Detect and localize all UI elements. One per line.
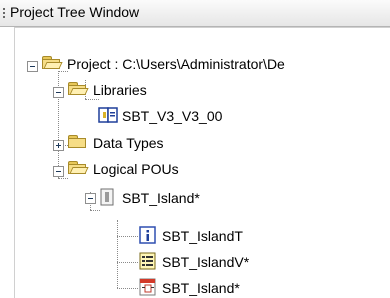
function-block-body-icon <box>139 278 156 296</box>
tree-item-pou-body[interactable]: SBT_Island* <box>162 280 240 296</box>
tree-item-data-types[interactable]: Data Types <box>93 135 164 151</box>
drag-grip-icon[interactable] <box>3 7 5 20</box>
collapse-toggle[interactable] <box>53 166 64 177</box>
tree-item-pou[interactable]: SBT_Island* <box>122 190 200 206</box>
tree-connector <box>117 236 138 237</box>
tree-item-pou-header[interactable]: SBT_IslandT <box>162 228 243 244</box>
info-header-icon <box>139 226 156 244</box>
tree-item-project[interactable]: Project : C:\Users\Administrator\De <box>67 56 285 72</box>
pou-module-icon <box>100 188 114 206</box>
tree-connector <box>85 99 99 100</box>
tree-item-logical-pous[interactable]: Logical POUs <box>93 161 179 177</box>
library-book-icon <box>98 107 118 123</box>
open-folder-icon <box>68 160 89 174</box>
tree-connector <box>117 262 138 263</box>
collapse-toggle[interactable] <box>53 87 64 98</box>
open-folder-icon <box>68 81 89 95</box>
expand-toggle[interactable] <box>53 140 64 151</box>
window-titlebar[interactable]: Project Tree Window <box>0 0 390 27</box>
open-folder-icon <box>42 55 63 69</box>
tree-connector <box>90 210 100 211</box>
tree-connector <box>117 220 118 288</box>
collapse-toggle[interactable] <box>85 193 96 204</box>
folder-icon <box>68 134 87 148</box>
window-title: Project Tree Window <box>10 4 140 20</box>
tree-item-pou-variables[interactable]: SBT_IslandV* <box>162 254 249 270</box>
variables-list-icon <box>139 252 156 270</box>
project-tree-window: Project Tree Window Project : C:\Users\A… <box>0 0 390 298</box>
collapse-toggle[interactable] <box>27 61 38 72</box>
tree-connector <box>117 288 138 289</box>
tree-item-libraries[interactable]: Libraries <box>93 82 147 98</box>
tree-item-library[interactable]: SBT_V3_V3_00 <box>122 108 222 124</box>
tree-connector <box>58 178 68 179</box>
